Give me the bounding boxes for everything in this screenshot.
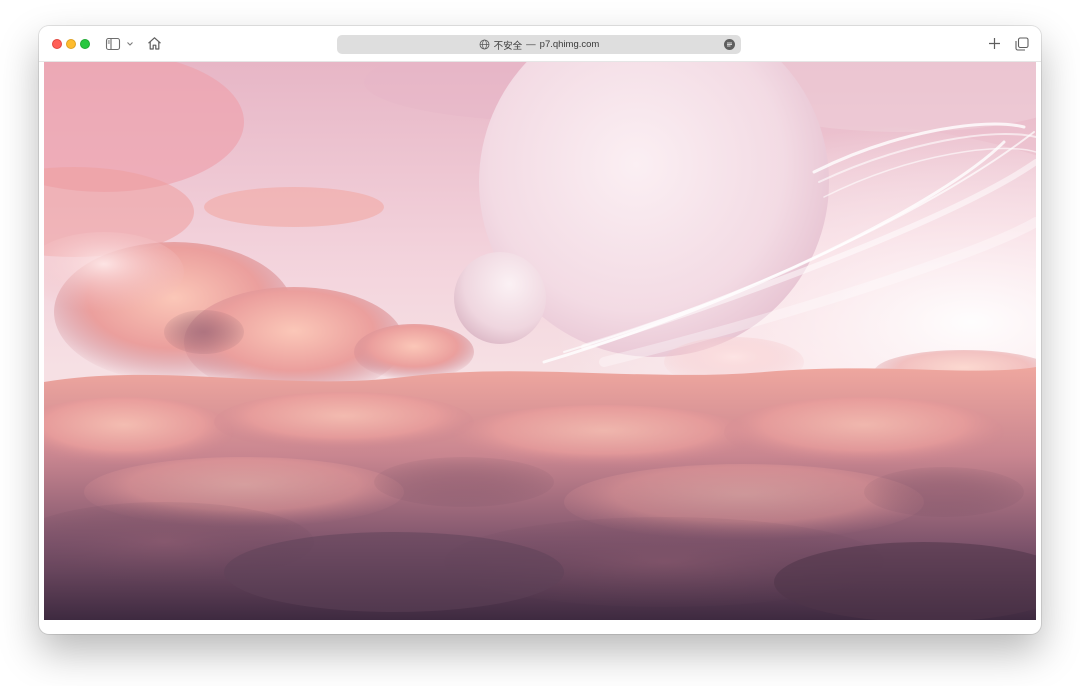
plus-icon[interactable] [986, 35, 1003, 52]
address-domain: p7.qhimg.com [539, 39, 600, 50]
browser-window: 不安全 — p7.qhimg.com [39, 26, 1041, 634]
chevron-down-icon[interactable] [125, 38, 135, 50]
address-separator: — [526, 39, 536, 50]
home-icon[interactable] [146, 35, 163, 52]
sidebar-icon[interactable] [105, 36, 121, 52]
address-content: 不安全 — p7.qhimg.com [479, 38, 600, 52]
page-content-image [44, 62, 1036, 620]
minimize-button[interactable] [66, 39, 76, 49]
address-bar[interactable]: 不安全 — p7.qhimg.com [337, 35, 741, 54]
browser-toolbar: 不安全 — p7.qhimg.com [39, 26, 1041, 62]
reader-icon[interactable] [724, 39, 735, 50]
sky-planets-illustration [44, 62, 1036, 620]
security-label: 不安全 [493, 40, 523, 52]
close-button[interactable] [52, 39, 62, 49]
globe-icon [479, 39, 490, 50]
tabs-overview-icon[interactable] [1014, 36, 1030, 52]
zoom-button[interactable] [80, 39, 90, 49]
